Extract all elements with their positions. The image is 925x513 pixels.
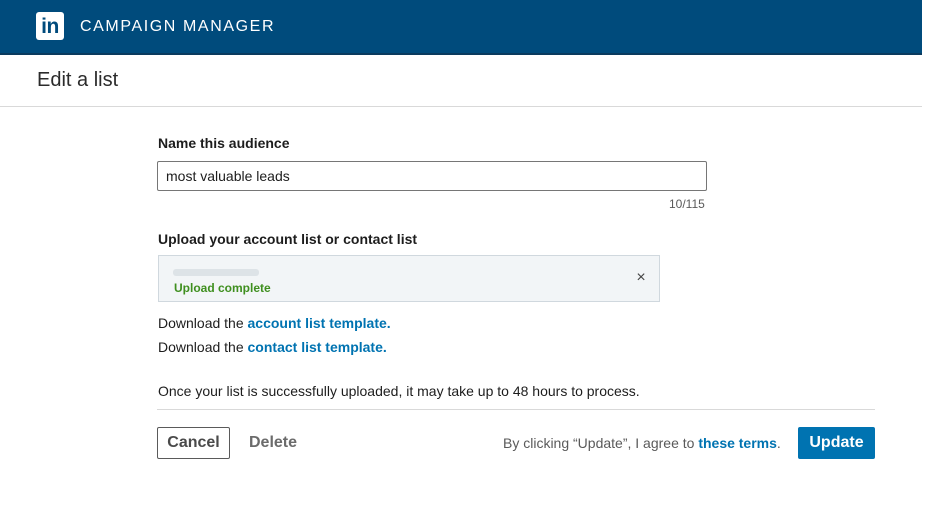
- terms-link[interactable]: these terms: [698, 435, 777, 451]
- page-title: Edit a list: [37, 69, 119, 91]
- account-list-template-link[interactable]: account list template.: [248, 315, 391, 331]
- top-navigation-bar: in CAMPAIGN MANAGER: [0, 0, 922, 55]
- delete-button[interactable]: Delete: [249, 434, 297, 452]
- template-prefix-text: Download the: [158, 315, 244, 331]
- account-template-line: Download the account list template.: [158, 315, 391, 331]
- update-button[interactable]: Update: [798, 427, 875, 459]
- processing-note: Once your list is successfully uploaded,…: [158, 383, 640, 399]
- contact-list-template-link[interactable]: contact list template.: [248, 339, 387, 355]
- footer-divider: [157, 409, 875, 410]
- contact-template-line: Download the contact list template.: [158, 339, 387, 355]
- character-counter: 10/115: [669, 197, 705, 211]
- audience-name-input[interactable]: [157, 161, 707, 191]
- uploaded-file-card: Upload complete ×: [158, 255, 660, 302]
- uploaded-file-name-placeholder: [173, 269, 259, 276]
- linkedin-logo-icon[interactable]: in: [36, 12, 64, 40]
- upload-list-label: Upload your account list or contact list: [158, 231, 418, 247]
- terms-suffix: .: [776, 435, 781, 451]
- remove-file-close-icon[interactable]: ×: [632, 269, 650, 287]
- terms-agreement-text: By clicking “Update”, I agree to these t…: [503, 435, 781, 451]
- page-header: Edit a list: [0, 55, 922, 107]
- template-prefix-text: Download the: [158, 339, 244, 355]
- audience-name-label: Name this audience: [158, 135, 290, 151]
- upload-status-text: Upload complete: [174, 281, 271, 295]
- terms-prefix: By clicking “Update”, I agree to: [503, 435, 695, 451]
- cancel-button[interactable]: Cancel: [157, 427, 230, 459]
- app-title: CAMPAIGN MANAGER: [80, 18, 276, 35]
